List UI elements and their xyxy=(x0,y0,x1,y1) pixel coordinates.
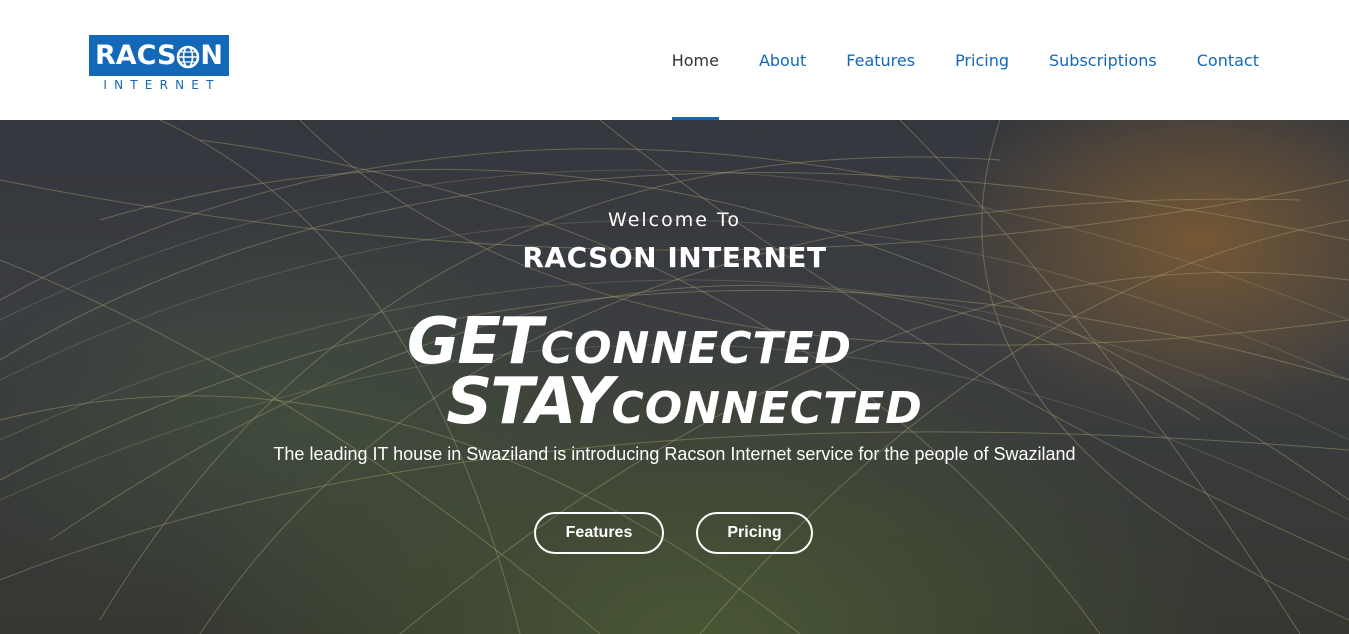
nav-features[interactable]: Features xyxy=(846,0,915,120)
nav-home[interactable]: Home xyxy=(671,0,720,120)
hero-section: Welcome To RACSON INTERNET GETconnected … xyxy=(0,120,1349,634)
nav-subscriptions[interactable]: Subscriptions xyxy=(1049,0,1157,120)
nav-pricing[interactable]: Pricing xyxy=(955,0,1009,120)
logo-text-rac: RACS xyxy=(94,40,177,71)
nav-about[interactable]: About xyxy=(759,0,806,120)
hero-brand-title: RACSON INTERNET xyxy=(522,241,827,274)
site-header: RACS N INTERNET Home About Features Prici… xyxy=(0,0,1349,120)
main-nav: Home About Features Pricing Subscription… xyxy=(632,0,1259,120)
racson-logo[interactable]: RACS N INTERNET xyxy=(89,35,229,92)
slogan-line-2: STAYconnected xyxy=(0,365,1349,439)
nav-contact[interactable]: Contact xyxy=(1197,0,1259,120)
logo-text-n: N xyxy=(200,40,224,71)
logo-mark: RACS N xyxy=(89,35,229,76)
welcome-text: Welcome To xyxy=(608,209,741,231)
logo-subtitle: INTERNET xyxy=(103,78,221,92)
pricing-button[interactable]: Pricing xyxy=(696,512,813,554)
features-button[interactable]: Features xyxy=(534,512,664,554)
slogan-stay: STAY xyxy=(446,365,613,439)
hero-tagline: The leading IT house in Swaziland is int… xyxy=(273,444,1076,464)
globe-icon xyxy=(176,45,200,69)
slogan-connected-2: connected xyxy=(611,383,923,434)
